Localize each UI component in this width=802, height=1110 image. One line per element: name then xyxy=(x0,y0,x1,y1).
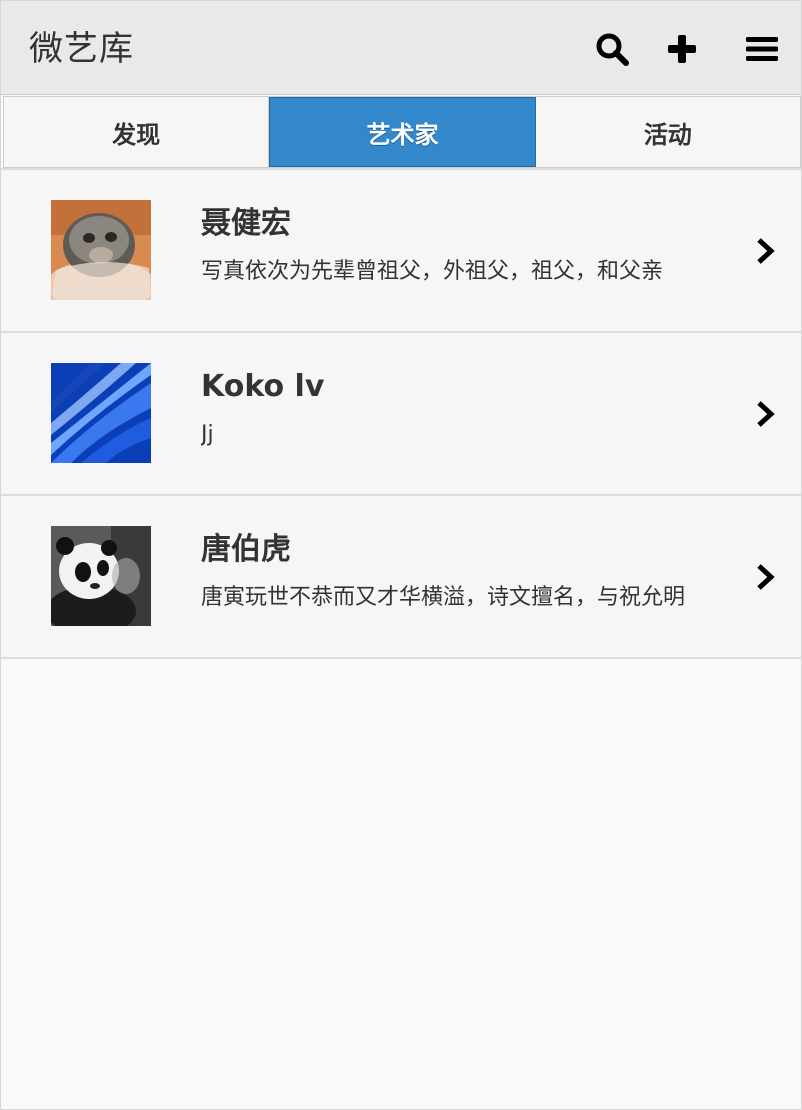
chevron-right-icon xyxy=(751,562,779,592)
list-item[interactable]: 唐伯虎 唐寅玩世不恭而又才华横溢，诗文擅名，与祝允明 xyxy=(1,496,801,659)
app-window: 微艺库 发现 艺术家 活动 聂健宏 写真依次为先辈曾祖父，外祖父，祖父，和父亲 … xyxy=(0,0,802,1110)
search-button[interactable] xyxy=(592,29,632,69)
tab-artists[interactable]: 艺术家 xyxy=(269,97,536,167)
artist-description: 唐寅玩世不恭而又才华横溢，诗文擅名，与祝允明 xyxy=(201,585,686,610)
search-icon xyxy=(596,33,629,66)
menu-button[interactable] xyxy=(742,29,782,69)
tab-events[interactable]: 活动 xyxy=(536,97,800,167)
menu-icon xyxy=(746,37,778,61)
header-bar: 微艺库 xyxy=(1,1,801,95)
list-item[interactable]: 聂健宏 写真依次为先辈曾祖父，外祖父，祖父，和父亲 xyxy=(1,170,801,333)
tab-discover[interactable]: 发现 xyxy=(4,97,270,167)
app-title: 微艺库 xyxy=(29,29,134,69)
artist-description: 写真依次为先辈曾祖父，外祖父，祖父，和父亲 xyxy=(201,259,664,284)
artist-name: Koko lv xyxy=(201,369,325,404)
list-item[interactable]: Koko lv Jj xyxy=(1,333,801,496)
chevron-right-icon xyxy=(751,399,779,429)
add-button[interactable] xyxy=(662,29,702,69)
avatar-panda xyxy=(51,526,151,626)
chevron-right-icon xyxy=(751,236,779,266)
avatar-blue-tunnel xyxy=(51,363,151,463)
tab-bar: 发现 艺术家 活动 xyxy=(3,96,801,168)
artist-description: Jj xyxy=(201,422,214,447)
artist-list: 聂健宏 写真依次为先辈曾祖父，外祖父，祖父，和父亲 Koko lv Jj 唐伯虎… xyxy=(1,170,801,659)
artist-name: 唐伯虎 xyxy=(201,532,291,567)
artist-name: 聂健宏 xyxy=(201,206,291,241)
avatar-chinchilla xyxy=(51,200,151,300)
plus-icon xyxy=(668,35,696,63)
